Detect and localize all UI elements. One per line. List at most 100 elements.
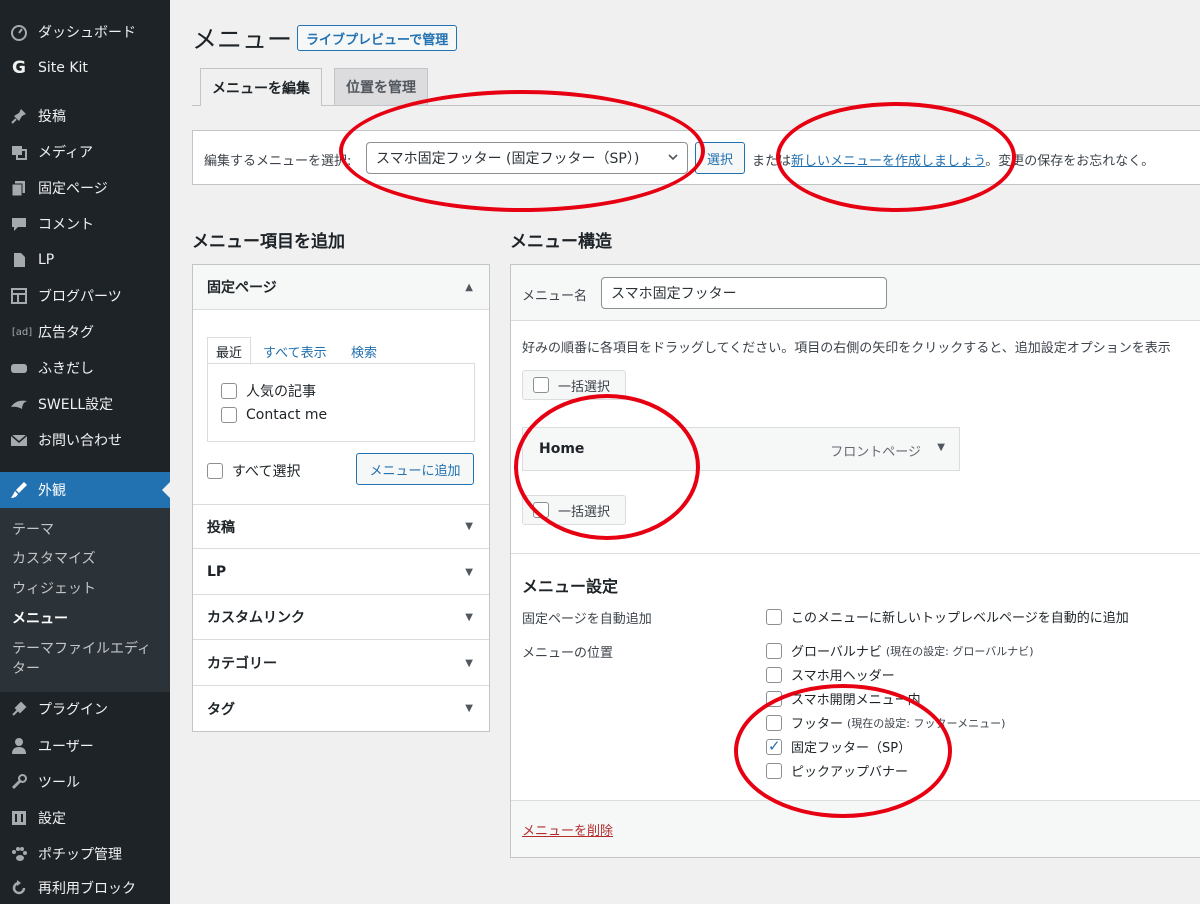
dashboard-icon — [10, 23, 28, 41]
location-option-sp-header[interactable]: スマホ用ヘッダー — [766, 665, 895, 684]
auto-add-option[interactable]: このメニューに新しいトップレベルページを自動的に追加 — [766, 607, 1129, 626]
checkbox[interactable] — [221, 407, 237, 423]
submenu-item-menus[interactable]: メニュー — [12, 609, 162, 629]
accordion-section-title: カスタムリンク — [207, 610, 305, 626]
location-option-fixed-footer-sp[interactable]: 固定フッター（SP） — [766, 737, 911, 756]
tab-edit-menus[interactable]: メニューを編集 — [200, 68, 322, 106]
bulk-select-button[interactable]: 一括選択 — [522, 495, 626, 525]
accordion-section-title: タグ — [207, 701, 235, 718]
sidebar-item-blog-parts[interactable]: ブログパーツ — [0, 278, 170, 314]
delete-menu-link[interactable]: メニューを削除 — [522, 820, 613, 839]
main-content: メニュー ライブプレビューで管理 メニューを編集 位置を管理 編集するメニューを… — [170, 0, 1200, 904]
tab-manage-locations[interactable]: 位置を管理 — [334, 68, 428, 105]
sidebar-item-contact[interactable]: お問い合わせ — [0, 422, 170, 458]
sidebar-item-pages[interactable]: 固定ページ — [0, 170, 170, 206]
accordion-section-posts[interactable]: 投稿 ▼ — [193, 504, 489, 549]
menu-structure-heading: メニュー構造 — [510, 232, 612, 252]
sidebar-item-label: 固定ページ — [38, 181, 108, 197]
sidebar-item-tools[interactable]: ツール — [0, 764, 170, 800]
location-label: スマホ開閉メニュー内 — [791, 693, 921, 708]
accordion-section-title: 固定ページ — [207, 280, 277, 296]
checkbox[interactable] — [766, 666, 782, 683]
sidebar-item-reusable-blocks[interactable]: 再利用ブロック — [0, 870, 170, 904]
checkbox[interactable] — [221, 383, 237, 399]
checkbox[interactable] — [766, 714, 782, 731]
page-option[interactable]: 人気の記事 — [221, 381, 316, 401]
accordion-section-custom-links[interactable]: カスタムリンク ▼ — [193, 595, 489, 640]
sidebar-item-label: SWELL設定 — [38, 397, 114, 413]
checkbox[interactable] — [766, 642, 782, 659]
sidebar-item-plugins[interactable]: プラグイン — [0, 691, 170, 727]
submenu-item-themes[interactable]: テーマ — [12, 520, 162, 540]
sidebar-item-label: ツール — [38, 775, 80, 791]
triangle-down-icon: ▼ — [465, 566, 473, 578]
sidebar-item-pochipp[interactable]: ポチップ管理 — [0, 836, 170, 872]
location-option-sp-drawer[interactable]: スマホ開閉メニュー内 — [766, 689, 921, 708]
menu-name-input[interactable]: スマホ固定フッター — [601, 277, 887, 309]
wrench-icon — [10, 773, 28, 791]
accordion-section-categories[interactable]: カテゴリー ▼ — [193, 641, 489, 686]
submenu-item-customize[interactable]: カスタマイズ — [12, 549, 162, 569]
triangle-down-icon: ▼ — [465, 521, 473, 532]
submenu-item-theme-editor[interactable]: テーマファイルエディター — [12, 639, 162, 679]
menu-structure-panel: メニュー名 スマホ固定フッター 好みの順番に各項目をドラッグしてください。項目の… — [510, 264, 1200, 858]
sidebar-item-ad-tags[interactable]: [ad] 広告タグ — [0, 314, 170, 350]
sidebar-item-label: 外観 — [38, 483, 66, 499]
location-label: 固定フッター（SP） — [791, 741, 912, 756]
create-new-menu-link[interactable]: 新しいメニューを作成しましょう — [791, 154, 985, 169]
sidebar-item-swell-settings[interactable]: SWELL設定 — [0, 386, 170, 422]
location-note: (現在の設定: フッターメニュー) — [847, 716, 1006, 730]
menu-item-title: Home — [539, 441, 585, 457]
checkbox[interactable] — [766, 608, 782, 625]
sidebar-item-label: メディア — [38, 145, 94, 161]
page-option[interactable]: Contact me — [221, 407, 327, 423]
add-to-menu-button[interactable]: メニューに追加 — [356, 453, 474, 485]
tab-view-all[interactable]: すべて表示 — [255, 337, 335, 365]
checkbox[interactable] — [766, 762, 782, 779]
sidebar-item-media[interactable]: メディア — [0, 134, 170, 170]
triangle-up-icon: ▲ — [465, 281, 473, 293]
sidebar-item-lp[interactable]: LP — [0, 242, 170, 278]
live-preview-button[interactable]: ライブプレビューで管理 — [297, 25, 458, 51]
pin-icon — [10, 107, 28, 125]
accordion-section-tags[interactable]: タグ ▼ — [193, 686, 489, 731]
page-option-label: Contact me — [246, 407, 328, 423]
paw-icon — [10, 845, 28, 863]
tab-search[interactable]: 検索 — [343, 337, 385, 365]
swell-icon — [10, 395, 28, 413]
sidebar-item-settings[interactable]: 設定 — [0, 800, 170, 836]
checkbox[interactable] — [533, 502, 549, 518]
sidebar-item-comments[interactable]: コメント — [0, 206, 170, 242]
menu-select-bar: 編集するメニューを選択: スマホ固定フッター (固定フッター（SP）) 選択 ま… — [192, 130, 1200, 185]
sidebar-item-users[interactable]: ユーザー — [0, 728, 170, 764]
submenu-item-widgets[interactable]: ウィジェット — [12, 579, 162, 599]
bulk-select-button[interactable]: 一括選択 — [522, 370, 626, 400]
sidebar-item-site-kit[interactable]: G Site Kit — [0, 50, 170, 86]
menu-item[interactable]: Home フロントページ ▼ — [522, 427, 960, 471]
triangle-down-icon: ▼ — [465, 657, 473, 669]
location-option-footer[interactable]: フッター (現在の設定: フッターメニュー) — [766, 713, 1005, 732]
accordion-section-title: カテゴリー — [207, 656, 277, 672]
sidebar-item-label: お問い合わせ — [38, 433, 122, 449]
checkbox[interactable] — [766, 690, 782, 707]
comment-icon — [10, 215, 28, 233]
sidebar-item-posts[interactable]: 投稿 — [0, 98, 170, 134]
location-label: グローバルナビ — [791, 645, 882, 660]
accordion-section-lp[interactable]: LP ▼ — [193, 550, 489, 595]
sidebar-item-appearance[interactable]: 外観 — [0, 472, 170, 508]
triangle-down-icon[interactable]: ▼ — [937, 442, 945, 453]
sidebar-item-dashboard[interactable]: ダッシュボード — [0, 14, 170, 50]
sidebar-item-speech-bubble[interactable]: ふきだし — [0, 350, 170, 386]
select-all-pages[interactable]: すべて選択 — [207, 461, 300, 481]
accordion-section-pages[interactable]: 固定ページ ▲ — [193, 265, 489, 310]
checkbox-checked[interactable] — [766, 737, 782, 755]
location-option-pickup-banner[interactable]: ピックアップバナー — [766, 761, 908, 780]
location-option-global-nav[interactable]: グローバルナビ (現在の設定: グローバルナビ) — [766, 641, 1034, 660]
tab-recent[interactable]: 最近 — [207, 337, 252, 365]
checkbox[interactable] — [207, 463, 223, 479]
document-icon — [10, 251, 28, 269]
menu-select-dropdown[interactable]: スマホ固定フッター (固定フッター（SP）) — [366, 142, 688, 174]
select-menu-button[interactable]: 選択 — [695, 142, 745, 174]
location-label: フッター — [791, 717, 844, 732]
checkbox[interactable] — [533, 377, 549, 393]
